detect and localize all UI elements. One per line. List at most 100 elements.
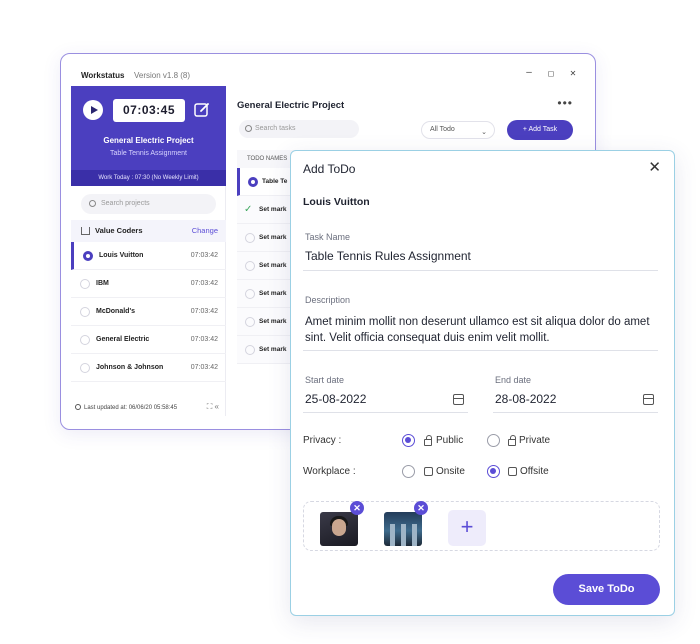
workplace-offsite-radio[interactable] — [487, 465, 500, 478]
search-icon — [89, 200, 96, 207]
description-label: Description — [305, 295, 351, 305]
project-status-icon — [80, 307, 90, 317]
todo-status-icon — [245, 317, 255, 327]
app-version: Version v1.8 (8) — [134, 71, 191, 80]
add-todo-dialog: Add ToDo ✕ Louis Vuitton Task Name Table… — [290, 150, 675, 616]
todo-label: Set mark — [259, 318, 287, 325]
search-icon — [245, 125, 252, 132]
workplace-onsite-radio[interactable] — [402, 465, 415, 478]
todo-label: Set mark — [259, 346, 287, 353]
todo-label: Set mark — [259, 290, 287, 297]
collapse-icon[interactable]: « — [215, 402, 219, 411]
start-date-input[interactable]: 25-08-2022 — [305, 392, 366, 406]
photo-face — [332, 519, 346, 536]
add-attachment-button[interactable]: + — [448, 510, 486, 546]
privacy-label: Privacy : — [303, 435, 342, 446]
organization-name: Value Coders — [95, 226, 143, 235]
lock-icon — [508, 435, 516, 446]
left-pane: 07:03:45 General Electric Project Table … — [71, 86, 226, 416]
project-status-icon — [80, 363, 90, 373]
timer-display: 07:03:45 — [113, 99, 185, 122]
task-name-input[interactable]: Table Tennis Rules Assignment — [305, 249, 471, 263]
project-title: General Electric Project — [237, 100, 345, 111]
task-name-label: Task Name — [305, 232, 351, 242]
close-window-button[interactable]: ✕ — [567, 69, 579, 78]
project-item[interactable]: McDonald's 07:03:42 — [71, 298, 226, 326]
project-name: Johnson & Johnson — [96, 364, 164, 371]
attachment-thumbnail[interactable] — [320, 512, 358, 546]
description-input[interactable]: Amet minim mollit non deserunt ullamco e… — [305, 314, 650, 346]
calendar-icon[interactable] — [643, 394, 654, 405]
project-name: IBM — [96, 280, 109, 287]
onsite-icon — [424, 467, 433, 476]
todo-label: Set mark — [259, 262, 287, 269]
save-todo-button[interactable]: Save ToDo — [553, 574, 660, 605]
timer-panel: 07:03:45 General Electric Project Table … — [71, 86, 226, 186]
todo-label: Table Te — [262, 178, 288, 185]
maximize-button[interactable]: ◻ — [545, 69, 557, 78]
start-date-label: Start date — [305, 375, 345, 385]
privacy-public-label: Public — [436, 435, 464, 446]
expand-icon[interactable]: ⛶ — [207, 402, 213, 411]
remove-attachment-button[interactable]: ✕ — [414, 501, 428, 515]
attachments-area: ✕ ✕ + — [303, 501, 660, 551]
org-tree-icon — [81, 227, 90, 235]
todo-label: Set mark — [259, 206, 287, 213]
todo-filter-value: All Todo — [430, 126, 455, 133]
play-button[interactable] — [83, 100, 103, 120]
calendar-icon[interactable] — [453, 394, 464, 405]
project-status-icon — [80, 279, 90, 289]
close-icon[interactable]: ✕ — [648, 160, 661, 175]
description-underline — [303, 350, 658, 351]
todo-status-icon — [245, 233, 255, 243]
edit-icon[interactable] — [193, 101, 211, 119]
dialog-title: Add ToDo — [303, 162, 356, 176]
project-item[interactable]: General Electric 07:03:42 — [71, 326, 226, 354]
project-status-icon — [83, 251, 93, 261]
chevron-down-icon: ⌄ — [481, 129, 487, 136]
todo-filter-select[interactable]: All Todo ⌄ — [421, 121, 495, 139]
search-tasks-input[interactable]: Search tasks — [239, 120, 359, 138]
photo-pillar — [401, 524, 406, 546]
assignee-name: Louis Vuitton — [303, 196, 370, 208]
photo-pillar — [412, 524, 417, 546]
add-task-button[interactable]: + Add Task — [507, 120, 573, 140]
check-icon: ✓ — [244, 204, 253, 215]
project-name: Louis Vuitton — [99, 252, 144, 259]
play-icon — [90, 106, 98, 114]
more-options-icon[interactable]: ••• — [557, 96, 573, 110]
todo-status-icon — [245, 345, 255, 355]
timer-task-name: Table Tennis Assignment — [110, 150, 187, 157]
project-time: 07:03:42 — [190, 308, 218, 315]
project-time: 07:03:42 — [190, 364, 218, 371]
todo-status-icon — [245, 261, 255, 271]
project-status-icon — [80, 335, 90, 345]
project-time: 07:03:42 — [190, 336, 218, 343]
project-item[interactable]: IBM 07:03:42 — [71, 270, 226, 298]
last-updated-text: Last updated at: 06/06/20 05:58:45 — [84, 405, 178, 411]
minimize-button[interactable]: – — [523, 67, 535, 78]
privacy-private-radio[interactable] — [487, 434, 500, 447]
attachment-thumbnail[interactable] — [384, 512, 422, 546]
start-date-underline — [303, 412, 468, 413]
change-organization-link[interactable]: Change — [192, 220, 218, 242]
project-item[interactable]: Johnson & Johnson 07:03:42 — [71, 354, 226, 382]
task-name-underline — [303, 270, 658, 271]
work-today-label: Work Today : 07:30 (No Weekly Limit) — [71, 170, 226, 186]
project-time: 07:03:42 — [190, 280, 218, 287]
workplace-offsite-label: Offsite — [520, 466, 549, 477]
search-projects-input[interactable]: Search projects — [81, 194, 216, 214]
title-bar: Workstatus Version v1.8 (8) – ◻ ✕ — [61, 54, 595, 88]
remove-attachment-button[interactable]: ✕ — [350, 501, 364, 515]
search-projects-placeholder: Search projects — [101, 200, 150, 207]
privacy-private-label: Private — [519, 435, 551, 446]
timer-project-name: General Electric Project — [103, 136, 194, 145]
end-date-input[interactable]: 28-08-2022 — [495, 392, 556, 406]
project-item[interactable]: Louis Vuitton 07:03:42 — [71, 242, 226, 270]
pane-controls: ⛶ « — [207, 402, 219, 412]
refresh-icon[interactable] — [75, 404, 81, 410]
end-date-underline — [493, 412, 658, 413]
privacy-public-radio[interactable] — [402, 434, 415, 447]
todo-label: Set mark — [259, 234, 287, 241]
photo-pillar — [390, 524, 395, 546]
